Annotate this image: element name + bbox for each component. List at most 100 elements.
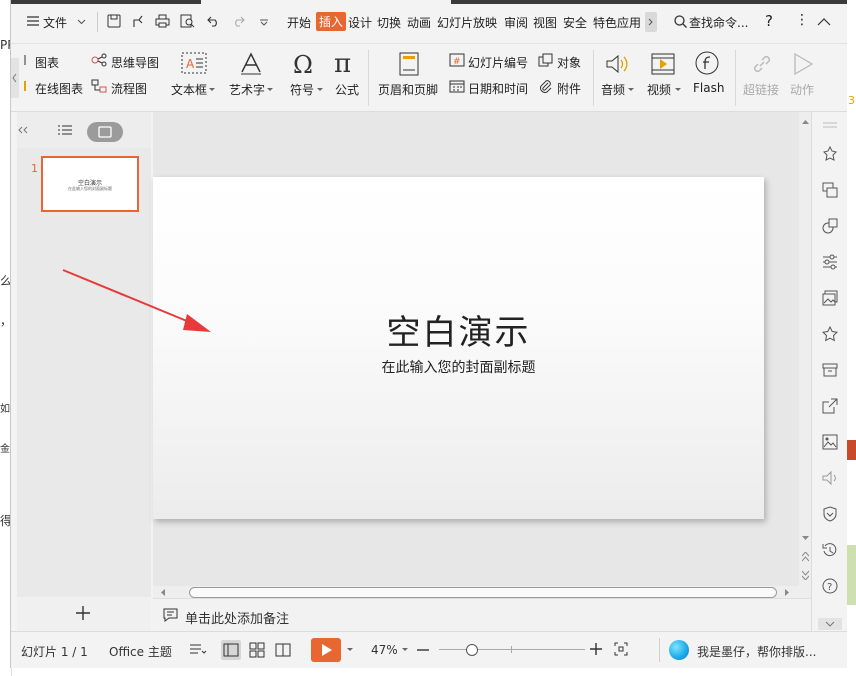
zoom-slider[interactable] [439, 643, 585, 657]
picture-gallery-icon[interactable] [822, 290, 838, 306]
outline-view-icon[interactable] [57, 125, 73, 136]
horizontal-scroll-thumb[interactable] [189, 587, 777, 598]
tab-insert[interactable]: 插入 [316, 12, 347, 31]
zoom-out-icon[interactable] [417, 649, 429, 651]
tab-special-apps[interactable]: 特色应用 [593, 14, 641, 31]
vertical-scrollbar[interactable] [799, 112, 811, 598]
slide-sorter-icon[interactable] [249, 642, 265, 658]
assistant-avatar[interactable] [669, 640, 689, 660]
online-chart-button[interactable]: 在线图表 [35, 80, 83, 97]
help-circle-icon[interactable]: ? [822, 578, 838, 594]
next-slide-icon[interactable] [802, 570, 809, 580]
fit-window-icon[interactable] [614, 642, 628, 656]
tab-security[interactable]: 安全 [563, 14, 587, 31]
tab-review[interactable]: 审阅 [504, 14, 528, 31]
quick-access-dropdown-icon[interactable] [259, 19, 269, 26]
assistant-prompt[interactable]: 我是墨仔，帮你排版... [697, 643, 816, 660]
tab-design[interactable]: 设计 [348, 14, 372, 31]
zoom-in-icon[interactable] [589, 642, 603, 656]
tab-view[interactable]: 视图 [533, 14, 557, 31]
theme-name[interactable]: Office 主题 [109, 643, 172, 660]
notes-toggle-icon[interactable] [189, 644, 207, 656]
background-right: 3 [846, 0, 856, 676]
svg-text:?: ? [827, 582, 832, 593]
zoom-slider-thumb[interactable] [466, 644, 478, 656]
object-button[interactable]: 对象 [557, 54, 581, 71]
more-button[interactable]: ⋮ [795, 12, 809, 28]
speaker-icon[interactable] [822, 470, 838, 486]
slide-subtitle[interactable]: 在此输入您的封面副标题 [153, 357, 764, 377]
slide[interactable]: 空白演示 在此输入您的封面副标题 [153, 177, 764, 519]
zoom-level[interactable]: 47% [371, 643, 398, 657]
action-button[interactable]: 动作 [790, 81, 814, 98]
chevron-down-icon[interactable] [77, 19, 86, 25]
print-icon[interactable] [155, 14, 170, 28]
shield-icon[interactable] [822, 506, 838, 522]
notes-placeholder[interactable]: 单击此处添加备注 [185, 608, 289, 627]
chart-button[interactable]: 图表 [35, 54, 59, 71]
hamburger-icon[interactable] [27, 16, 39, 26]
chevron-down-icon[interactable] [347, 648, 353, 652]
flash-icon [695, 51, 719, 75]
slide-thumbnail[interactable]: 空白演示 在此输入您的封面副标题 [41, 156, 139, 212]
slide-title[interactable]: 空白演示 [153, 305, 764, 354]
tab-slideshow[interactable]: 幻灯片放映 [437, 14, 497, 31]
play-slideshow-icon[interactable] [311, 638, 341, 662]
magic-icon[interactable] [822, 146, 838, 162]
tab-animation[interactable]: 动画 [407, 14, 431, 31]
image-icon[interactable] [822, 434, 838, 450]
notes-pane[interactable]: 单击此处添加备注 [153, 598, 811, 631]
command-search[interactable]: 查找命令... [689, 14, 748, 31]
pane-collapse-icon[interactable] [818, 618, 842, 630]
symbol-button[interactable]: 符号 [290, 81, 314, 98]
save-icon[interactable] [107, 14, 121, 28]
video-button[interactable]: 视频 [647, 81, 671, 98]
prev-slide-icon[interactable] [802, 552, 809, 562]
attachment-button[interactable]: 附件 [557, 80, 581, 97]
ribbon-scroll-left-icon[interactable] [11, 58, 19, 98]
collapse-panel-icon[interactable] [17, 126, 29, 134]
reading-view-icon[interactable] [275, 642, 291, 658]
archive-icon[interactable] [822, 362, 838, 378]
file-menu[interactable]: 文件 [43, 14, 67, 31]
export-icon[interactable] [131, 14, 145, 28]
chevron-down-icon [317, 88, 323, 92]
tab-scroll-right-icon[interactable] [645, 12, 657, 32]
hyperlink-button[interactable]: 超链接 [743, 81, 779, 98]
flowchart-button[interactable]: 流程图 [111, 80, 147, 97]
wordart-button[interactable]: 艺术字 [229, 81, 265, 98]
thumbnail-view-icon[interactable] [87, 122, 123, 142]
audio-button[interactable]: 音频 [601, 81, 625, 98]
redo-icon[interactable] [231, 15, 245, 27]
thumbnail-number: 1 [31, 162, 38, 175]
search-icon[interactable] [674, 15, 687, 28]
formula-button[interactable]: 公式 [335, 81, 359, 98]
star-icon[interactable] [822, 326, 838, 342]
flash-button[interactable]: Flash [693, 81, 724, 95]
add-slide-icon[interactable] [75, 605, 91, 621]
settings-sliders-icon[interactable] [822, 254, 838, 270]
horizontal-scrollbar[interactable] [153, 586, 799, 598]
mindmap-button[interactable]: 思维导图 [111, 54, 159, 71]
datetime-button[interactable]: 日期和时间 [468, 80, 528, 97]
header-footer-button[interactable]: 页眉和页脚 [378, 81, 438, 98]
textbox-button[interactable]: 文本框 [171, 81, 207, 98]
slide-layout-icon[interactable] [822, 182, 838, 198]
tab-home[interactable]: 开始 [287, 14, 311, 31]
undo-icon[interactable] [207, 15, 221, 27]
slide-number-button[interactable]: 幻灯片编号 [468, 54, 528, 71]
print-preview-icon[interactable] [180, 14, 195, 28]
share-icon[interactable] [822, 398, 838, 414]
tab-transition[interactable]: 切换 [377, 14, 401, 31]
history-icon[interactable] [822, 542, 838, 558]
shapes-icon[interactable] [822, 218, 838, 234]
slide-thumbnail-panel: 1 空白演示 在此输入您的封面副标题 [17, 112, 151, 597]
collapse-ribbon-icon[interactable] [817, 17, 831, 26]
slide-counter: 幻灯片 1 / 1 [21, 645, 88, 659]
help-button[interactable]: ? [765, 12, 773, 30]
normal-view-icon[interactable] [221, 640, 241, 660]
menu-bar: 文件 开始 插入 设计 切换 动画 幻灯片放映 审阅 视图 安全 特色应用 查找… [11, 0, 847, 44]
chevron-down-icon[interactable] [402, 648, 408, 652]
chevron-down-icon [628, 88, 634, 92]
mindmap-icon [91, 53, 107, 67]
